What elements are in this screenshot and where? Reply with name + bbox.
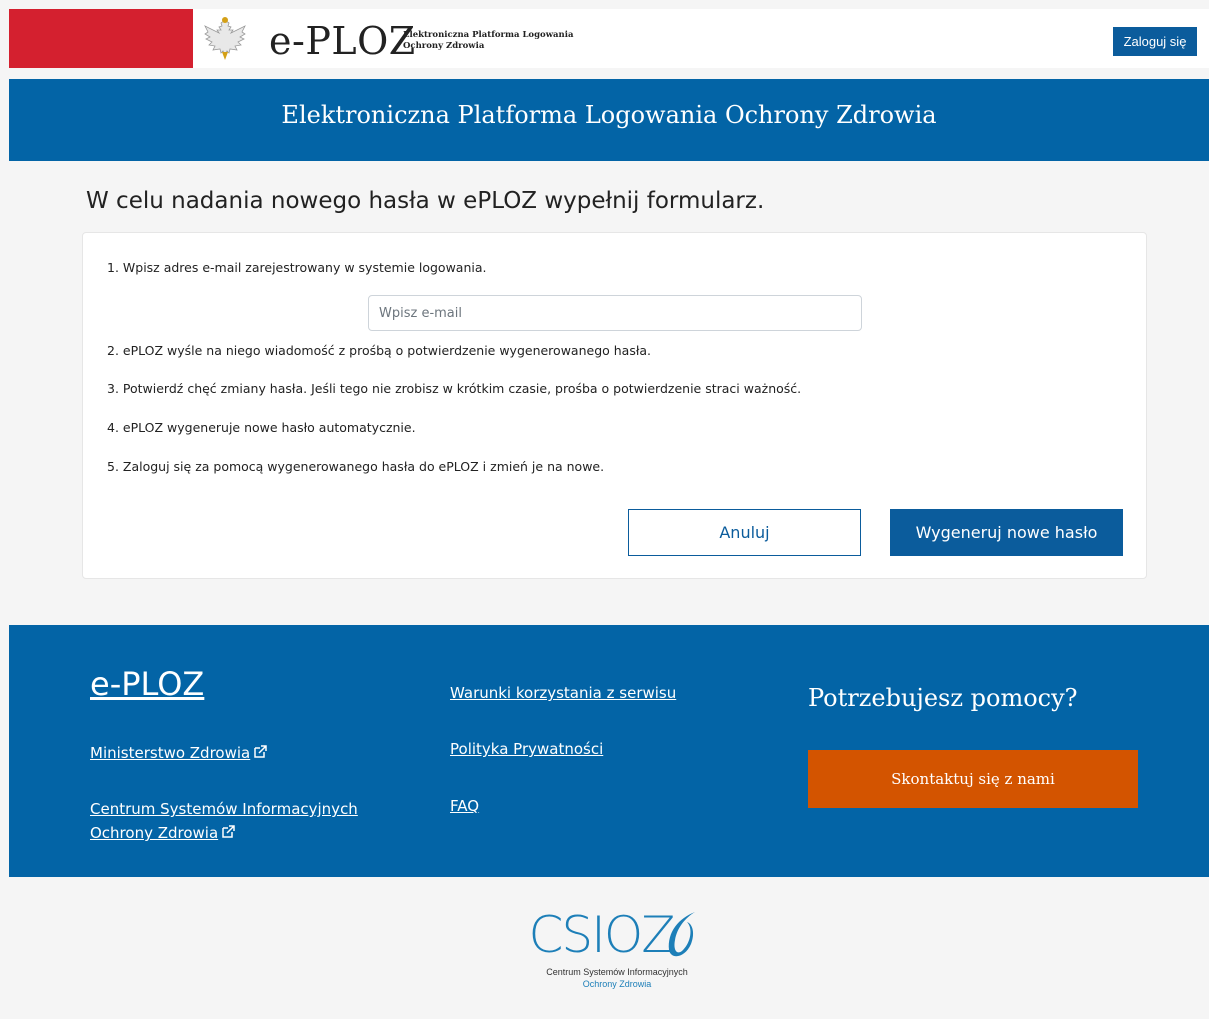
top-bar: e-PLOZ Elektroniczna Platforma Logowania…: [9, 9, 1209, 68]
csioz-logo: CSIOZ Centrum Systemów Informacyjnych Oc…: [517, 905, 717, 1001]
help-title: Potrzebujesz pomocy?: [808, 684, 1078, 712]
logo-subtitle-line1: Elektroniczna Platforma Logowania: [403, 30, 574, 40]
link-csioz[interactable]: Centrum Systemów Informacyjnych Ochrony …: [90, 797, 358, 845]
step-5: 5. Zaloguj się za pomocą wygenerowanego …: [107, 459, 605, 474]
csioz-subtitle-line1: Centrum Systemów Informacyjnych: [546, 967, 688, 977]
csioz-swirl-icon: [668, 912, 695, 957]
reset-password-form: 1. Wpisz adres e-mail zarejestrowany w s…: [82, 232, 1147, 579]
page: e-PLOZ Elektroniczna Platforma Logowania…: [9, 9, 1209, 1019]
csioz-subtitle-line2: Ochrony Zdrowia: [582, 979, 652, 989]
email-field[interactable]: [368, 295, 862, 331]
contact-us-button[interactable]: Skontaktuj się z nami: [808, 750, 1138, 808]
page-heading: W celu nadania nowego hasła w ePLOZ wype…: [86, 188, 765, 214]
cancel-button[interactable]: Anuluj: [628, 509, 861, 556]
title-banner: Elektroniczna Platforma Logowania Ochron…: [9, 79, 1209, 161]
banner-title: Elektroniczna Platforma Logowania Ochron…: [281, 101, 937, 129]
external-link-icon: [222, 825, 235, 838]
step-4: 4. ePLOZ wygeneruje nowe hasło automatyc…: [107, 420, 416, 435]
link-ministerstwo-zdrowia-label: Ministerstwo Zdrowia: [90, 744, 251, 762]
link-csioz-label-line2: Ochrony Zdrowia: [90, 824, 219, 842]
login-button[interactable]: Zaloguj się: [1113, 27, 1197, 56]
polish-eagle-icon: [204, 17, 246, 60]
footer-brand-link[interactable]: e-PLOZ: [90, 665, 204, 703]
logo-subtitle: Elektroniczna Platforma Logowania Ochron…: [403, 30, 573, 52]
logo-main-text: e-PLOZ: [269, 19, 416, 63]
red-flag-bar: [9, 9, 193, 68]
logo-subtitle-line2: Ochrony Zdrowia: [403, 41, 485, 51]
link-terms[interactable]: Warunki korzystania z serwisu: [450, 681, 676, 705]
step-2: 2. ePLOZ wyśle na niego wiadomość z proś…: [107, 343, 652, 358]
link-csioz-label-line1: Centrum Systemów Informacyjnych: [90, 800, 358, 818]
link-faq[interactable]: FAQ: [450, 794, 479, 818]
link-ministerstwo-zdrowia[interactable]: Ministerstwo Zdrowia: [90, 741, 267, 765]
footer: e-PLOZ Ministerstwo Zdrowia Centrum Syst…: [9, 625, 1209, 877]
step-1: 1. Wpisz adres e-mail zarejestrowany w s…: [107, 260, 487, 275]
step-3: 3. Potwierdź chęć zmiany hasła. Jeśli te…: [107, 381, 802, 396]
external-link-icon: [254, 745, 267, 758]
generate-password-button[interactable]: Wygeneruj nowe hasło: [890, 509, 1123, 556]
link-privacy[interactable]: Polityka Prywatności: [450, 737, 603, 761]
